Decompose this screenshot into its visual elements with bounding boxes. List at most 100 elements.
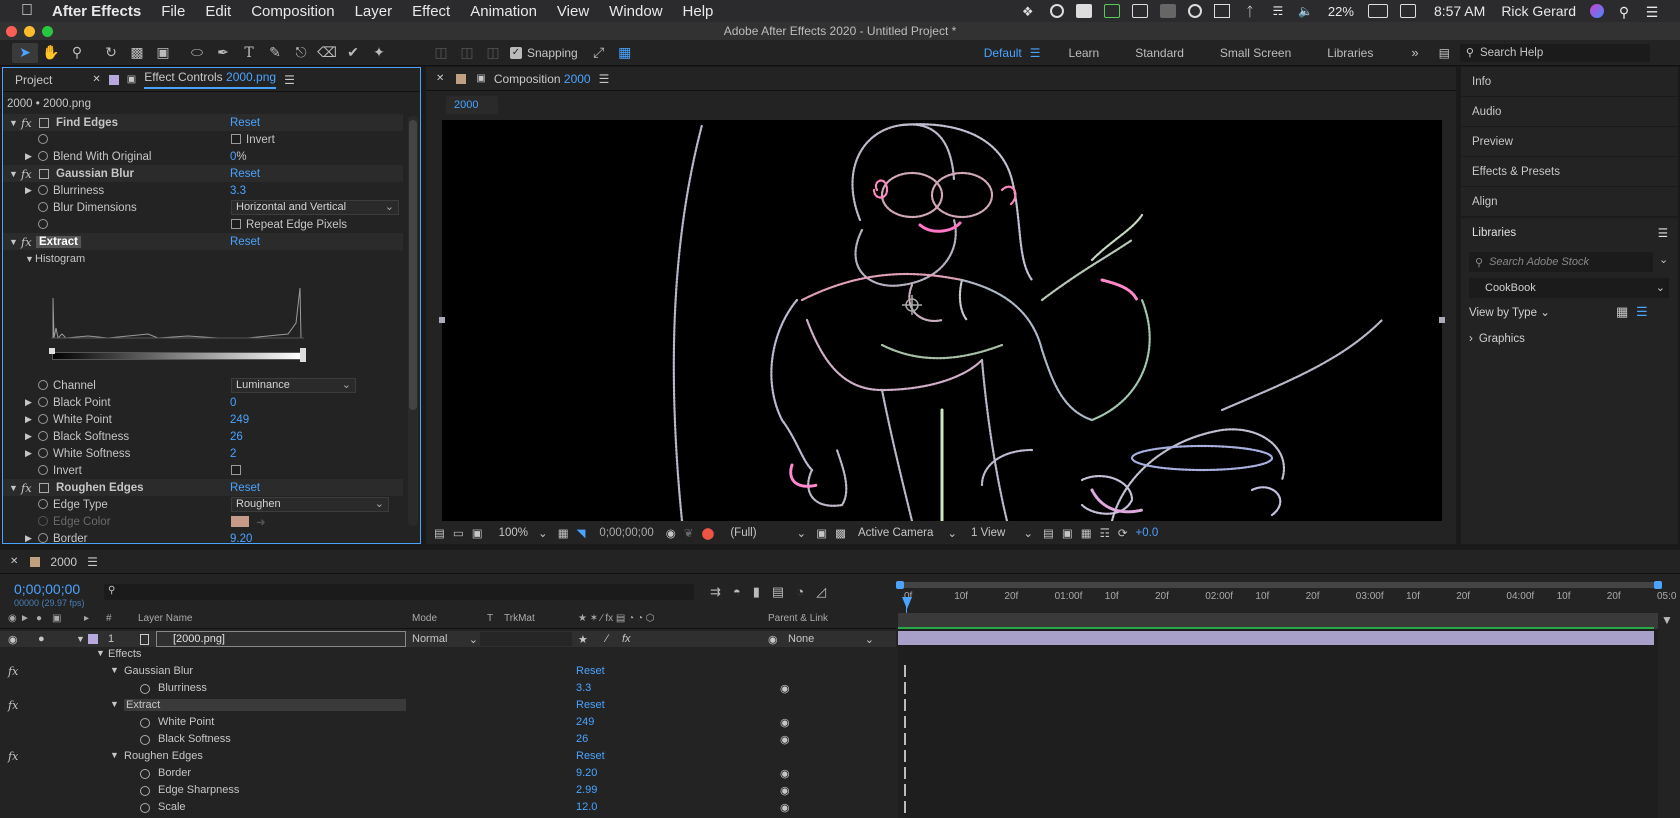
be-icon[interactable] bbox=[1075, 4, 1092, 18]
lock-icon[interactable]: ▣ bbox=[127, 74, 136, 85]
resolution-value[interactable]: (Full) bbox=[730, 527, 756, 539]
hand-tool-icon[interactable]: ✋ bbox=[38, 43, 64, 63]
stopwatch-icon[interactable] bbox=[38, 151, 48, 161]
menu-layer[interactable]: Layer bbox=[345, 3, 403, 20]
menu-effect[interactable]: Effect bbox=[402, 3, 460, 20]
workspace-standard[interactable]: Standard bbox=[1117, 46, 1202, 60]
black-point-value[interactable]: 0 bbox=[230, 397, 236, 409]
stopwatch-icon[interactable] bbox=[38, 185, 48, 195]
snap-options-icon[interactable]: ⤢ bbox=[586, 43, 612, 63]
label-column-icon[interactable]: ▸ bbox=[84, 613, 89, 624]
fx-toggle-icon[interactable]: fx bbox=[21, 167, 32, 181]
expand-icon[interactable]: ▶ bbox=[25, 185, 32, 196]
fx-icon[interactable]: fx bbox=[8, 699, 18, 712]
disclosure-icon[interactable]: ▼ bbox=[110, 750, 119, 760]
draft-3d-icon[interactable]: ◓ bbox=[733, 584, 741, 600]
white-softness-value[interactable]: 2 bbox=[230, 448, 236, 460]
close-tab-icon[interactable]: ✕ bbox=[10, 556, 18, 567]
menu-view[interactable]: View bbox=[547, 3, 599, 20]
stopwatch-icon[interactable] bbox=[38, 499, 48, 509]
clock[interactable]: 8:57 AM bbox=[1434, 3, 1485, 19]
solo-icon[interactable]: ● bbox=[36, 613, 42, 624]
brush-tool-icon[interactable]: ✎ bbox=[262, 43, 288, 63]
apple-icon[interactable]:  bbox=[12, 2, 42, 20]
safe-margins-icon[interactable]: ▦ bbox=[558, 526, 569, 540]
panel-audio[interactable]: Audio bbox=[1461, 97, 1678, 127]
property-row[interactable]: Edge Sharpness 2.99 ◉ bbox=[0, 784, 896, 800]
layer-name-box[interactable]: [2000.png] bbox=[156, 631, 406, 647]
always-preview-icon[interactable]: ▤ bbox=[434, 526, 445, 540]
fx-switch-icon[interactable]: fx bbox=[622, 633, 631, 645]
menu-animation[interactable]: Animation bbox=[460, 3, 547, 20]
vr-icon[interactable]: ▣ bbox=[472, 526, 483, 540]
bluetooth-icon[interactable]: ᛏ bbox=[1242, 4, 1258, 19]
show-snapshot-icon[interactable]: ❦ bbox=[684, 526, 694, 540]
find-edges-row[interactable]: ▼ fx Find Edges Reset bbox=[3, 114, 403, 131]
property-row[interactable]: White Point 249 ◉ bbox=[0, 716, 896, 732]
keyframe-marker[interactable] bbox=[904, 784, 906, 796]
align-right-icon[interactable]: ◫ bbox=[480, 43, 506, 63]
comp-mini-flowchart-icon[interactable]: ⇉ bbox=[710, 584, 721, 600]
camera-tool-icon[interactable]: ▩ bbox=[124, 43, 150, 63]
snap-grid-icon[interactable]: ▦ bbox=[612, 43, 638, 63]
grid-view-icon[interactable]: ▦ bbox=[1616, 304, 1628, 320]
fx-toggle-icon[interactable]: fx bbox=[21, 481, 32, 495]
frame-blending-icon[interactable]: ▤ bbox=[772, 584, 784, 600]
stopwatch-icon[interactable] bbox=[140, 769, 150, 779]
expand-icon[interactable]: ▶ bbox=[25, 448, 32, 459]
channel-dropdown[interactable]: Luminance ⌄ bbox=[231, 378, 356, 393]
graphics-group[interactable]: › Graphics bbox=[1469, 333, 1525, 345]
layer-label-color[interactable] bbox=[88, 634, 98, 644]
comp-viewer[interactable] bbox=[442, 120, 1442, 521]
viewer-right-handle[interactable] bbox=[1439, 317, 1445, 323]
screen-share-icon[interactable] bbox=[1159, 4, 1176, 18]
expand-icon[interactable]: ▶ bbox=[25, 431, 32, 442]
menu-composition[interactable]: Composition bbox=[241, 3, 344, 20]
roughen-edges-row[interactable]: ▼ fx Roughen Edges Reset bbox=[3, 479, 403, 496]
menu-app[interactable]: After Effects bbox=[42, 3, 151, 20]
keyframe-marker[interactable] bbox=[904, 733, 906, 745]
close-tab-icon[interactable]: ✕ bbox=[92, 74, 100, 85]
stopwatch-icon[interactable] bbox=[38, 202, 48, 212]
panel-align[interactable]: Align bbox=[1461, 187, 1678, 217]
effects-group-row[interactable]: ▼ Effects bbox=[0, 648, 896, 664]
extract-invert-checkbox[interactable] bbox=[231, 465, 241, 475]
keyframe-marker[interactable] bbox=[904, 716, 906, 728]
workspace-overflow-icon[interactable]: » bbox=[1411, 45, 1418, 60]
workspace-small-screen[interactable]: Small Screen bbox=[1202, 46, 1309, 60]
puppet-tool-icon[interactable]: ✦ bbox=[366, 43, 392, 63]
effect-group-row[interactable]: fx ▼ Roughen Edges Reset bbox=[0, 750, 896, 766]
video-toggle-icon[interactable]: ◉ bbox=[8, 613, 17, 624]
time-machine-icon[interactable] bbox=[1187, 4, 1202, 18]
panel-menu-icon[interactable]: ☰ bbox=[1658, 226, 1668, 240]
tab-timeline[interactable]: 2000 bbox=[50, 555, 77, 569]
expression-pickwhip-icon[interactable]: ◉ bbox=[780, 784, 790, 797]
spotlight-icon[interactable]: ⚲ bbox=[1616, 4, 1632, 20]
wifi-icon[interactable]: ☴ bbox=[1270, 4, 1286, 18]
exposure-value[interactable]: +0.0 bbox=[1136, 527, 1159, 539]
dropbox-icon[interactable]: ❖ bbox=[1022, 4, 1038, 19]
disclosure-icon[interactable]: ▼ bbox=[9, 118, 18, 128]
viewer-left-handle[interactable] bbox=[439, 317, 445, 323]
pen-tool-icon[interactable]: ✒ bbox=[210, 43, 236, 63]
timeline-track-area[interactable] bbox=[898, 613, 1658, 818]
panel-menu-icon[interactable]: ☰ bbox=[599, 72, 610, 86]
find-edges-reset[interactable]: Reset bbox=[230, 117, 260, 129]
close-window-icon[interactable] bbox=[6, 26, 17, 37]
notification-center-icon[interactable]: ☰ bbox=[1644, 4, 1660, 20]
align-left-icon[interactable]: ◫ bbox=[428, 43, 454, 63]
region-of-interest-icon[interactable]: ▣ bbox=[816, 526, 827, 540]
eraser-tool-icon[interactable]: ⌫ bbox=[314, 43, 340, 63]
audio-toggle-icon[interactable]: ► bbox=[20, 613, 30, 624]
panel-menu-icon[interactable]: ☰ bbox=[87, 555, 98, 569]
gaussian-blur-reset[interactable]: Reset bbox=[230, 168, 260, 180]
workspace-default[interactable]: Default bbox=[966, 46, 1030, 60]
property-value[interactable]: 2.99 bbox=[576, 784, 597, 796]
flowchart-icon[interactable]: ☶ bbox=[1100, 526, 1110, 540]
timeline-search-field[interactable]: ⚲ bbox=[104, 584, 694, 600]
reset-exposure-icon[interactable]: ⟳ bbox=[1118, 526, 1128, 540]
disclosure-icon[interactable]: ▼ bbox=[110, 665, 119, 675]
expression-pickwhip-icon[interactable]: ◉ bbox=[780, 801, 790, 814]
chevron-down-icon[interactable]: ⌄ bbox=[1023, 526, 1033, 540]
black-point-handle[interactable] bbox=[49, 348, 55, 354]
